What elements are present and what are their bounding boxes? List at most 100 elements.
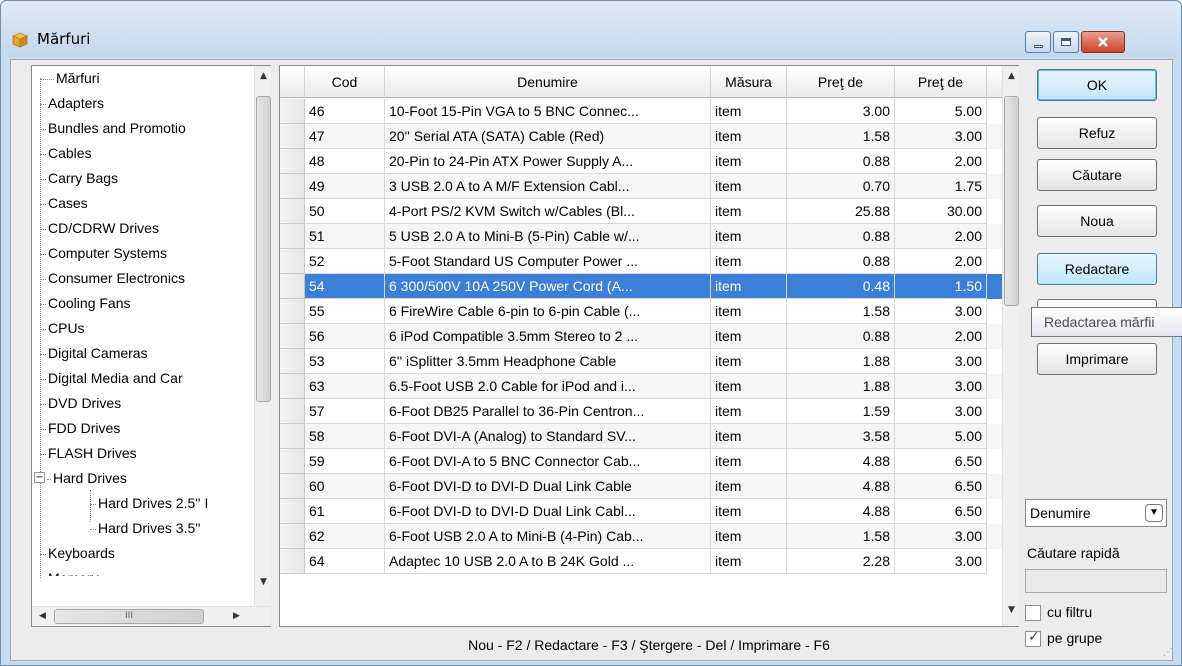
cell-masura[interactable]: item xyxy=(711,474,787,499)
tree-horizontal-scrollbar[interactable]: ◀ III ▶ xyxy=(32,606,271,626)
title-bar[interactable]: Mărfuri xyxy=(1,1,1181,57)
cell-pret1[interactable]: 1.59 xyxy=(787,399,895,424)
cell-cod[interactable]: 62 xyxy=(305,524,385,549)
cell-pret1[interactable]: 2.28 xyxy=(787,549,895,574)
cell-masura[interactable]: item xyxy=(711,299,787,324)
quick-search-input[interactable] xyxy=(1025,569,1167,593)
cell-pret1[interactable]: 25.88 xyxy=(787,199,895,224)
table-row[interactable]: 64 Adaptec 10 USB 2.0 A to B 24K Gold ...… xyxy=(280,549,1002,574)
cell-masura[interactable]: item xyxy=(711,174,787,199)
grid-scroll-thumb[interactable] xyxy=(1004,96,1019,306)
cell-pret1[interactable]: 1.58 xyxy=(787,124,895,149)
redactare-button[interactable]: Redactare xyxy=(1037,253,1157,285)
scroll-down-icon[interactable]: ▼ xyxy=(255,574,272,591)
cell-masura[interactable]: item xyxy=(711,149,787,174)
cell-masura[interactable]: item xyxy=(711,399,787,424)
cell-pret2[interactable]: 1.50 xyxy=(895,274,987,299)
row-selector[interactable] xyxy=(280,349,305,374)
cell-masura[interactable]: item xyxy=(711,324,787,349)
cell-cod[interactable]: 64 xyxy=(305,549,385,574)
cell-masura[interactable]: item xyxy=(711,199,787,224)
row-selector[interactable] xyxy=(280,124,305,149)
cell-cod[interactable]: 53 xyxy=(305,349,385,374)
row-selector[interactable] xyxy=(280,149,305,174)
cu-filtru-checkbox[interactable] xyxy=(1025,605,1041,621)
cell-denumire[interactable]: 5 USB 2.0 A to Mini-B (5-Pin) Cable w/..… xyxy=(385,224,711,249)
tree-item-consumer-electronics[interactable]: Consumer Electronics xyxy=(40,266,185,291)
row-selector[interactable] xyxy=(280,424,305,449)
row-selector[interactable] xyxy=(280,524,305,549)
table-row[interactable]: 60 6-Foot DVI-D to DVI-D Dual Link Cable i… xyxy=(280,474,1002,499)
column-header-pret1[interactable]: Preţ de xyxy=(787,66,895,98)
tree-item-computer-systems[interactable]: Computer Systems xyxy=(40,241,167,266)
table-row[interactable]: 55 6 FireWire Cable 6-pin to 6-pin Cable … xyxy=(280,299,1002,324)
row-selector[interactable] xyxy=(280,549,305,574)
table-row[interactable]: 49 3 USB 2.0 A to A M/F Extension Cabl...… xyxy=(280,174,1002,199)
row-selector[interactable] xyxy=(280,324,305,349)
table-row[interactable]: 63 6.5-Foot USB 2.0 Cable for iPod and i.… xyxy=(280,374,1002,399)
chevron-down-icon[interactable]: ▼ xyxy=(1145,504,1163,522)
cautare-button[interactable]: Căutare xyxy=(1037,159,1157,191)
table-row[interactable]: 53 6'' iSplitter 3.5mm Headphone Cable ite… xyxy=(280,349,1002,374)
cell-masura[interactable]: item xyxy=(711,99,787,124)
cell-pret2[interactable]: 6.50 xyxy=(895,474,987,499)
tree-item-hard-drives-25[interactable]: Hard Drives 2.5'' I xyxy=(90,491,208,516)
cell-pret1[interactable]: 1.58 xyxy=(787,524,895,549)
cell-pret2[interactable]: 2.00 xyxy=(895,249,987,274)
cell-pret2[interactable]: 6.50 xyxy=(895,449,987,474)
tree-vertical-scrollbar[interactable]: ▲ ▼ xyxy=(254,66,271,606)
row-selector[interactable] xyxy=(280,399,305,424)
cell-pret2[interactable]: 2.00 xyxy=(895,149,987,174)
category-tree[interactable]: Mărfuri Adapters Bundles and Promotio Ca… xyxy=(31,65,271,627)
cell-masura[interactable]: item xyxy=(711,449,787,474)
cell-pret1[interactable]: 4.88 xyxy=(787,449,895,474)
row-selector[interactable] xyxy=(280,199,305,224)
cell-cod[interactable]: 51 xyxy=(305,224,385,249)
cell-pret2[interactable]: 6.50 xyxy=(895,499,987,524)
row-selector[interactable] xyxy=(280,499,305,524)
cell-denumire[interactable]: 6-Foot DB25 Parallel to 36-Pin Centron..… xyxy=(385,399,711,424)
tree-item-bundles[interactable]: Bundles and Promotio xyxy=(40,116,186,141)
table-row[interactable]: 58 6-Foot DVI-A (Analog) to Standard SV..… xyxy=(280,424,1002,449)
tree-item-cpus[interactable]: CPUs xyxy=(40,316,85,341)
cell-pret2[interactable]: 3.00 xyxy=(895,299,987,324)
cell-pret2[interactable]: 3.00 xyxy=(895,374,987,399)
tree-item-hard-drives-35[interactable]: Hard Drives 3.5'' xyxy=(90,516,201,541)
cell-pret1[interactable]: 0.88 xyxy=(787,324,895,349)
row-selector[interactable] xyxy=(280,449,305,474)
tree-item-digital-media[interactable]: Digital Media and Car xyxy=(40,366,183,391)
cell-masura[interactable]: item xyxy=(711,424,787,449)
column-header-cod[interactable]: Cod xyxy=(305,66,385,98)
row-selector[interactable] xyxy=(280,99,305,124)
collapse-toggle-icon[interactable]: − xyxy=(34,472,45,483)
cell-pret2[interactable]: 2.00 xyxy=(895,324,987,349)
cell-pret2[interactable]: 2.00 xyxy=(895,224,987,249)
cell-cod[interactable]: 48 xyxy=(305,149,385,174)
cell-masura[interactable]: item xyxy=(711,249,787,274)
table-row[interactable]: 54 6 300/500V 10A 250V Power Cord (A... it… xyxy=(280,274,1002,299)
table-row[interactable]: 61 6-Foot DVI-D to DVI-D Dual Link Cabl..… xyxy=(280,499,1002,524)
refuz-button[interactable]: Refuz xyxy=(1037,117,1157,149)
cell-denumire[interactable]: 6 iPod Compatible 3.5mm Stereo to 2 ... xyxy=(385,324,711,349)
tree-scroll-thumb[interactable] xyxy=(256,96,271,402)
cell-pret2[interactable]: 5.00 xyxy=(895,99,987,124)
table-row[interactable]: 51 5 USB 2.0 A to Mini-B (5-Pin) Cable w/… xyxy=(280,224,1002,249)
cell-cod[interactable]: 63 xyxy=(305,374,385,399)
row-selector[interactable] xyxy=(280,249,305,274)
cell-denumire[interactable]: 6-Foot DVI-D to DVI-D Dual Link Cabl... xyxy=(385,499,711,524)
tree-item-cables[interactable]: Cables xyxy=(40,141,92,166)
scroll-left-icon[interactable]: ◀ xyxy=(34,608,51,625)
cell-pret1[interactable]: 1.88 xyxy=(787,349,895,374)
grid-vertical-scrollbar[interactable]: ▲ ▼ xyxy=(1002,66,1019,626)
cell-denumire[interactable]: 6.5-Foot USB 2.0 Cable for iPod and i... xyxy=(385,374,711,399)
search-field-select[interactable]: Denumire ▼ xyxy=(1025,499,1167,527)
cell-cod[interactable]: 60 xyxy=(305,474,385,499)
cell-denumire[interactable]: 6 FireWire Cable 6-pin to 6-pin Cable (.… xyxy=(385,299,711,324)
cell-pret1[interactable]: 0.48 xyxy=(787,274,895,299)
tree-item-cooling-fans[interactable]: Cooling Fans xyxy=(40,291,131,316)
cell-pret2[interactable]: 1.75 xyxy=(895,174,987,199)
cell-masura[interactable]: item xyxy=(711,224,787,249)
cell-masura[interactable]: item xyxy=(711,124,787,149)
table-row[interactable]: 46 10-Foot 15-Pin VGA to 5 BNC Connec... i… xyxy=(280,99,1002,124)
cell-denumire[interactable]: 20'' Serial ATA (SATA) Cable (Red) xyxy=(385,124,711,149)
